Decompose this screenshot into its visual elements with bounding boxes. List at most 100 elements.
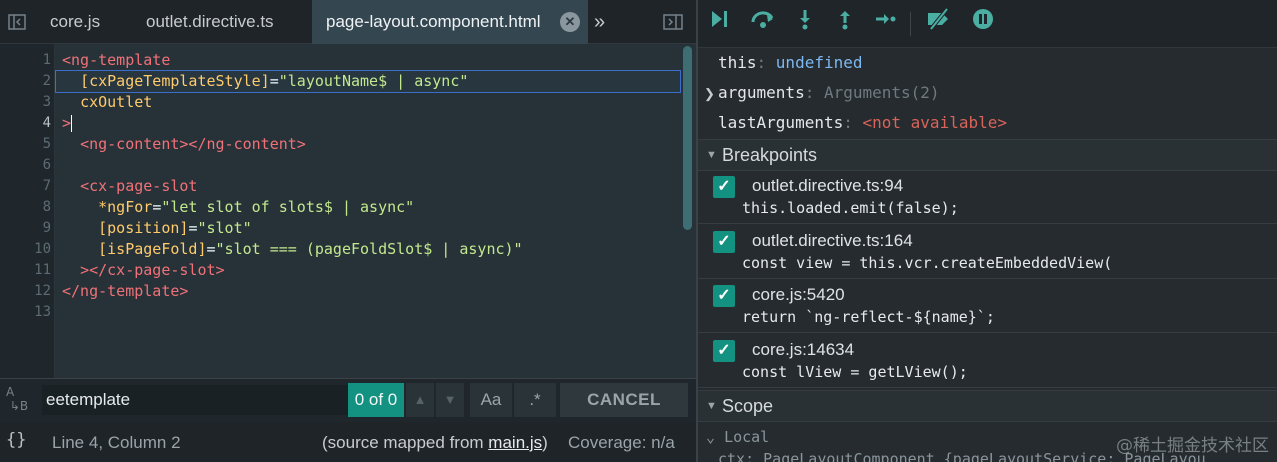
code-line[interactable]: ></cx-page-slot> xyxy=(62,260,225,281)
expand-arrow-icon[interactable]: ❯ xyxy=(704,86,715,102)
line-number[interactable]: 8 xyxy=(0,197,51,218)
var-name: arguments xyxy=(718,83,805,102)
line-number[interactable]: 5 xyxy=(0,134,51,155)
close-icon[interactable]: ✕ xyxy=(560,12,580,32)
checkbox-checked-icon[interactable]: ✓ xyxy=(713,285,735,307)
code-line[interactable]: [isPageFold]="slot === (pageFoldSlot$ | … xyxy=(62,239,523,260)
code-line[interactable]: <ng-template xyxy=(62,50,170,71)
code-line[interactable]: </ng-template> xyxy=(62,281,188,302)
tab-overflow-button[interactable]: » xyxy=(594,0,605,44)
step-over-icon[interactable] xyxy=(748,8,778,38)
line-number[interactable]: 12 xyxy=(0,281,51,302)
step-icon[interactable] xyxy=(870,8,900,38)
tab-page-layout-component[interactable]: page-layout.component.html ✕ xyxy=(312,0,588,44)
source-file-link[interactable]: main.js xyxy=(488,433,542,452)
code-line[interactable]: cxOutlet xyxy=(62,92,152,113)
tab-outlet-directive[interactable]: outlet.directive.ts xyxy=(146,0,274,44)
var-arguments[interactable]: arguments: Arguments(2) xyxy=(718,82,940,104)
code-token: <ng-template xyxy=(62,51,171,69)
line-number[interactable]: 4 xyxy=(0,113,51,134)
search-next-button[interactable]: ▼ xyxy=(436,383,464,417)
code-token: "slot" xyxy=(197,219,252,237)
var-this[interactable]: this: undefined xyxy=(718,52,863,74)
code-editor[interactable]: 1 2 3 4 5 6 7 8 9 10 11 12 13 <ng-template [cxPageTe… xyxy=(0,44,696,378)
code-token: cxOutlet xyxy=(80,93,153,111)
step-out-icon[interactable] xyxy=(830,8,860,38)
var-value: <not available> xyxy=(862,113,1008,132)
checkbox-checked-icon[interactable]: ✓ xyxy=(713,176,735,198)
code-line[interactable]: <ng-content></ng-content> xyxy=(62,134,306,155)
breakpoints-section-header[interactable]: ▼ Breakpoints xyxy=(698,139,1277,171)
resume-icon[interactable] xyxy=(706,8,736,38)
line-number[interactable]: 7 xyxy=(0,176,51,197)
section-title: Scope xyxy=(722,396,774,416)
replace-toggle-icon[interactable]: A ↳B xyxy=(6,385,32,417)
code-token: [isPageFold] xyxy=(98,240,207,258)
tab-core-js[interactable]: core.js xyxy=(50,0,100,44)
line-number[interactable]: 3 xyxy=(0,92,51,113)
var-colon: : xyxy=(843,113,863,132)
debugger-sidebar: this: undefined ❯ arguments: Arguments(2… xyxy=(698,0,1277,462)
scope-section-header[interactable]: ▼ Scope xyxy=(698,390,1277,422)
line-number[interactable]: 1 xyxy=(0,50,51,71)
search-prev-button[interactable]: ▲ xyxy=(406,383,434,417)
debugger-toolbar xyxy=(698,0,1277,48)
breakpoint-item[interactable]: ✓ core.js:14634 const lView = getLView(); xyxy=(698,334,1277,388)
breakpoint-item[interactable]: ✓ core.js:5420 return `ng-reflect-${name}`… xyxy=(698,279,1277,333)
line-number[interactable]: 13 xyxy=(0,302,51,323)
text-caret xyxy=(71,115,73,132)
code-token: <ng-content></ng-content> xyxy=(80,135,306,153)
code-line[interactable]: <cx-page-slot xyxy=(62,176,197,197)
line-number[interactable]: 2 xyxy=(0,71,51,92)
breakpoint-code: const view = this.vcr.createEmbeddedView… xyxy=(742,253,1113,272)
regex-button[interactable]: .* xyxy=(514,383,556,417)
breakpoint-item[interactable]: ✓ outlet.directive.ts:164 const view = thi… xyxy=(698,225,1277,279)
code-line[interactable]: *ngFor="let slot of slots$ | async" xyxy=(62,197,414,218)
code-token: ></cx-page-slot> xyxy=(80,261,225,279)
search-input[interactable] xyxy=(42,385,348,415)
code-token: "let slot of slots$ | async" xyxy=(161,198,415,216)
toggle-navigator-icon[interactable] xyxy=(0,0,34,44)
coverage-info: Coverage: n/a xyxy=(568,433,675,452)
checkbox-checked-icon[interactable]: ✓ xyxy=(713,339,735,362)
watermark: @稀土掘金技术社区 xyxy=(1116,436,1269,456)
deactivate-breakpoints-icon[interactable] xyxy=(924,7,954,38)
toggle-debugger-icon[interactable] xyxy=(656,0,690,44)
line-number[interactable]: 10 xyxy=(0,239,51,260)
pause-on-exceptions-icon[interactable] xyxy=(968,8,998,38)
source-prefix: (source mapped from xyxy=(322,433,489,452)
var-last-arguments[interactable]: lastArguments: <not available> xyxy=(718,112,1007,134)
collapse-arrow-icon: ⌄ xyxy=(706,428,716,446)
line-number[interactable]: 6 xyxy=(0,155,51,176)
editor-scrollbar[interactable] xyxy=(683,46,692,230)
line-number[interactable]: 11 xyxy=(0,260,51,281)
checkbox-checked-icon[interactable]: ✓ xyxy=(713,230,735,253)
search-match-count: 0 of 0 xyxy=(348,383,404,417)
breakpoint-location: outlet.directive.ts:164 xyxy=(752,230,913,250)
cancel-button[interactable]: CANCEL xyxy=(560,383,688,417)
code-line[interactable]: [position]="slot" xyxy=(62,218,252,239)
code-line[interactable]: > xyxy=(62,113,73,134)
line-number[interactable]: 9 xyxy=(0,218,51,239)
match-case-button[interactable]: Aa xyxy=(470,383,512,417)
editor-tab-bar: core.js outlet.directive.ts page-layout.… xyxy=(0,0,696,44)
breakpoint-code: this.loaded.emit(false); xyxy=(742,199,959,217)
search-bar: A ↳B 0 of 0 ▲ ▼ Aa .* CANCEL xyxy=(0,378,696,422)
code-line[interactable]: [cxPageTemplateStyle]="layoutName$ | asy… xyxy=(62,71,468,92)
code-token: [position] xyxy=(98,219,189,237)
code-token: *ngFor xyxy=(98,198,153,216)
step-into-icon[interactable] xyxy=(790,8,820,38)
collapse-arrow-icon: ▼ xyxy=(706,400,717,412)
code-token: = xyxy=(152,198,162,216)
breakpoint-location: outlet.directive.ts:94 xyxy=(752,176,904,195)
source-map-info: (source mapped from main.js) xyxy=(322,433,548,453)
code-token: "slot === (pageFoldSlot$ | async)" xyxy=(215,240,523,258)
scope-local[interactable]: ⌄ Local xyxy=(706,428,769,446)
pretty-print-button[interactable]: {} xyxy=(6,430,26,450)
breakpoint-item[interactable]: ✓ outlet.directive.ts:94 this.loaded.emit(… xyxy=(698,170,1277,224)
